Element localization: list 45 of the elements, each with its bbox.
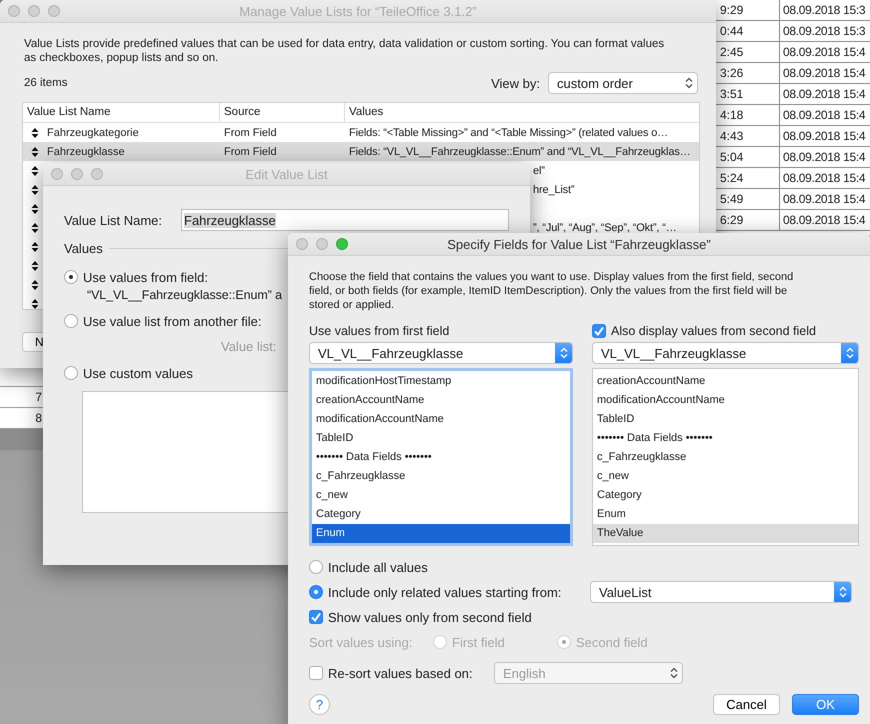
table-cell: el” <box>533 164 545 176</box>
row-number: 8 <box>35 411 42 425</box>
view-by-label: View by: <box>491 76 540 90</box>
table-cell-text: 08.09.2018 15:4 <box>782 65 866 82</box>
radio-label: Use value list from another file: <box>83 314 262 328</box>
description-text: Choose the field that contains the values you want to use. Display values from the first field, second field, or both fields (for example, ItemID ItemDescription). Only the values from the first field will be stored or applied. <box>309 270 794 312</box>
table-cell-text: 08.09.2018 15:4 <box>782 170 866 187</box>
checkbox-label: Also display values from second field <box>611 324 816 338</box>
section-label: Values <box>64 240 103 256</box>
description-text: Value Lists provide predefined values that can be used for data entry, data validation or custom sorting. You can format values as checkboxes, popup lists and so on. <box>24 37 666 65</box>
checkbox-label: Show values only from second field <box>328 610 532 624</box>
table-cell-text: 08.09.2018 15:4 <box>782 191 866 208</box>
window-title: Edit Value List <box>245 166 328 182</box>
window-title: Manage Value Lists for “TeileOffice 3.1.2” <box>239 4 477 18</box>
table-cell: Fahrzeugklasse <box>47 146 125 158</box>
table-cell: From Field <box>224 126 277 138</box>
field-label: Value list: <box>221 339 276 354</box>
window-title: Specify Fields for Value List “Fahrzeugklasse” <box>447 236 711 252</box>
table-cell-text: 08.09.2018 15:4 <box>782 86 866 103</box>
table-cell: hre_List” <box>533 184 574 196</box>
row-number: 7 <box>35 390 42 404</box>
field-label: Sort values using: <box>309 634 414 650</box>
item-count: 26 items <box>24 77 68 89</box>
checkbox-label: Re-sort values based on: <box>328 666 474 680</box>
field-reference-text: “VL_VL__Fahrzeugklasse::Enum” a <box>87 288 282 302</box>
radio-label: Use custom values <box>83 366 193 380</box>
table-cell: From Field <box>224 146 277 158</box>
table-cell-text: 08.09.2018 15:3 <box>782 2 866 19</box>
radio-label: Use values from field: <box>83 270 208 284</box>
radio-label: Include all values <box>328 560 429 574</box>
table-cell: Fields: “<Table Missing>” and “<Table Missing>” (related values o… <box>349 126 668 138</box>
table-cell-text: 08.09.2018 15:4 <box>782 44 866 61</box>
radio-label: First field <box>452 634 505 650</box>
table-cell: Fahrzeugkategorie <box>47 126 139 138</box>
table-cell: ”, “Jul”, “Aug”, “Sep”, “Okt”, “… <box>533 222 677 234</box>
radio-label: Include only related values starting from: <box>328 584 562 600</box>
table-cell: Fields: “VL_VL__Fahrzeugklasse::Enum” and “VL_VL__Fahrzeugklas… <box>349 146 691 158</box>
table-cell-text: 08.09.2018 15:4 <box>782 107 866 124</box>
radio-label: Second field <box>576 634 648 650</box>
field-label: Use values from first field <box>309 324 450 338</box>
table-cell-text: 08.09.2018 15:3 <box>782 23 866 40</box>
table-cell-text: 08.09.2018 15:4 <box>782 212 866 229</box>
table-cell-text: 08.09.2018 15:4 <box>782 128 866 145</box>
field-label: Value List Name: <box>64 212 164 228</box>
table-cell-text: 08.09.2018 15:4 <box>782 149 866 166</box>
